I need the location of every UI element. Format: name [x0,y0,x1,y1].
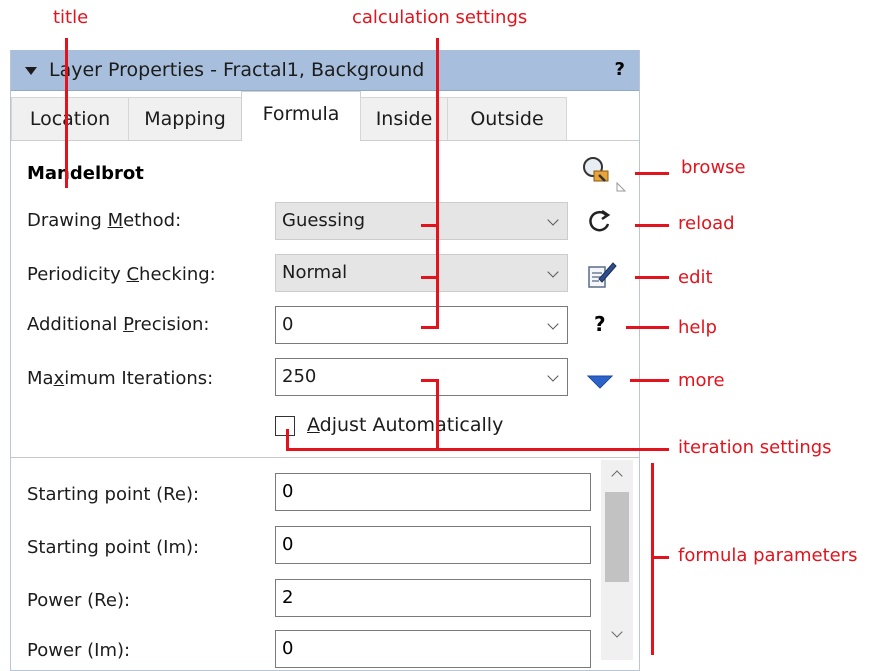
calc-settings-vertical-line [436,38,439,328]
annotation-formula-parameters: formula parameters [678,545,858,566]
tab-outside[interactable]: Outside [447,97,567,140]
formula-params-leader [651,556,669,559]
annotation-more: more [678,370,725,391]
title-leader-line [65,38,68,188]
periodicity-checking-label: Periodicity Checking: [27,264,216,285]
scroll-down-icon[interactable] [611,626,623,638]
drawing-method-value: Guessing [282,210,366,231]
additional-precision-label: Additional Precision: [27,314,210,335]
scroll-thumb[interactable] [605,492,629,582]
additional-precision-value: 0 [282,314,294,335]
browse-icon[interactable] [581,153,631,199]
help-icon[interactable]: ? [594,312,606,336]
tab-bar: Location Mapping Formula Inside Outside [11,91,639,141]
maximum-iterations-select[interactable]: 250 [275,358,568,396]
adjust-automatically-label[interactable]: Adjust Automatically [307,414,503,436]
drawing-method-label: Drawing Method: [27,210,182,231]
parameters-scrollbar[interactable] [601,460,633,660]
annotation-reload: reload [678,213,735,234]
param-input[interactable]: 2 [275,579,591,617]
calc-settings-tick [421,326,439,329]
adjust-automatically-checkbox[interactable] [275,416,295,436]
help-leader-line [626,326,669,329]
reload-leader-line [635,224,669,227]
reload-icon[interactable] [586,208,614,236]
param-label: Starting point (Re): [27,484,200,505]
formula-name: Mandelbrot [27,163,144,184]
annotation-edit: edit [678,267,713,288]
iteration-vertical-line [436,379,439,451]
layer-properties-panel: Layer Properties - Fractal1, Background … [10,50,640,671]
annotation-calculation-settings: calculation settings [352,7,528,28]
formula-params-bracket [651,463,654,655]
param-label: Starting point (Im): [27,537,200,558]
annotation-title: title [53,7,89,28]
edit-leader-line [635,276,669,279]
section-separator [11,457,639,458]
edit-icon[interactable] [585,257,619,291]
tab-location[interactable]: Location [11,97,129,140]
param-label: Power (Re): [27,590,131,611]
iteration-leader-line [286,448,669,451]
scroll-up-icon[interactable] [611,470,623,482]
annotation-browse: browse [681,157,746,178]
periodicity-checking-select[interactable]: Normal [275,254,568,292]
chevron-down-icon [547,370,559,382]
panel-titlebar[interactable]: Layer Properties - Fractal1, Background … [11,50,639,91]
chevron-down-icon [547,214,559,226]
periodicity-checking-value: Normal [282,262,348,283]
chevron-down-icon [547,318,559,330]
param-input[interactable]: 0 [275,473,591,511]
tab-inside[interactable]: Inside [360,97,448,140]
maximum-iterations-label: Maximum Iterations: [27,368,214,389]
calc-settings-tick [421,276,439,279]
more-icon[interactable] [587,374,613,390]
param-input[interactable]: 0 [275,526,591,564]
maximum-iterations-value: 250 [282,366,317,387]
tab-formula[interactable]: Formula [241,91,361,141]
browse-leader-line [635,172,669,175]
annotation-iteration-settings: iteration settings [678,437,832,458]
more-leader-line [630,379,669,382]
collapse-triangle-icon[interactable] [25,67,37,75]
tab-mapping[interactable]: Mapping [128,97,242,140]
param-label: Power (Im): [27,640,131,661]
annotation-help: help [678,317,717,338]
panel-help-button[interactable]: ? [615,50,625,90]
additional-precision-select[interactable]: 0 [275,306,568,344]
chevron-down-icon [547,266,559,278]
calc-settings-tick [421,224,439,227]
panel-title: Layer Properties - Fractal1, Background [49,59,425,81]
param-input[interactable]: 0 [275,630,591,668]
drawing-method-select[interactable]: Guessing [275,202,568,240]
